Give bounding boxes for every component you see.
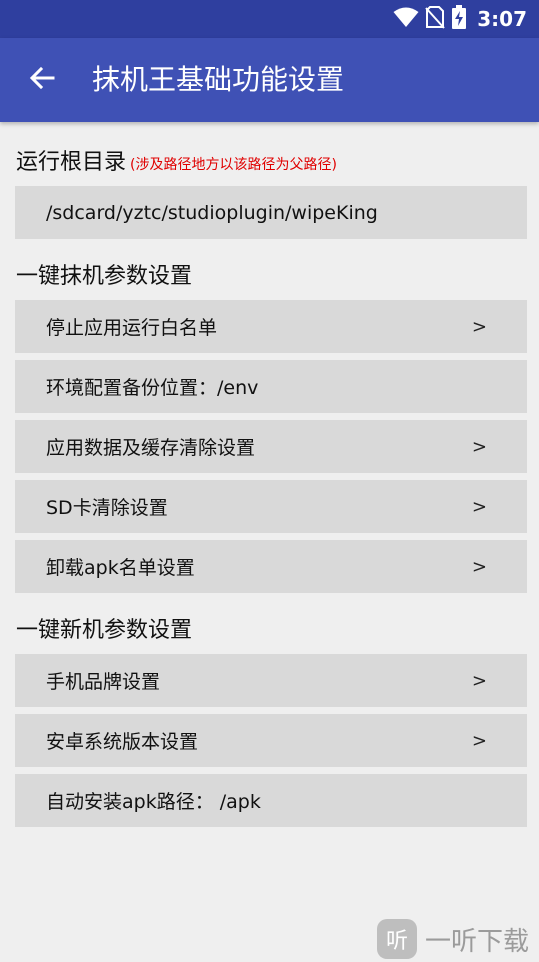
new-item-apk-path[interactable]: 自动安装apk路径： /apk [15,774,527,827]
list-item-label: 安卓系统版本设置 [46,731,199,753]
root-dir-title: 运行根目录 (涉及路径地方以该路径为父路径) [16,148,337,180]
list-item-label: 手机品牌设置 [46,671,161,693]
list-item-label: 自动安装apk路径： /apk [46,791,261,813]
watermark-logo-icon: 听 [377,919,417,959]
chevron-right-icon: > [471,670,487,691]
root-dir-path: /sdcard/yztc/studioplugin/wipeKing [46,201,378,224]
back-button[interactable] [18,56,66,104]
status-bar: 3:07 [0,0,539,38]
chevron-right-icon: > [471,436,487,457]
wipe-item-sd-clean[interactable]: SD卡清除设置 > [15,480,527,533]
root-dir-title-text: 运行根目录 [16,150,127,175]
watermark: 听 一听下载 [377,916,539,962]
chevron-right-icon: > [471,556,487,577]
wipe-item-app-data[interactable]: 应用数据及缓存清除设置 > [15,420,527,473]
list-item-label: 卸载apk名单设置 [46,557,195,579]
root-dir-note: (涉及路径地方以该路径为父路径) [130,157,337,173]
app-bar: 抹机王基础功能设置 [0,38,539,122]
list-item-label: SD卡清除设置 [46,497,168,519]
chevron-right-icon: > [471,496,487,517]
new-item-android-version[interactable]: 安卓系统版本设置 > [15,714,527,767]
page-title: 抹机王基础功能设置 [92,63,345,96]
wipe-item-uninstall-list[interactable]: 卸载apk名单设置 > [15,540,527,593]
list-item-label: 环境配置备份位置：/env [46,377,259,399]
chevron-right-icon: > [471,730,487,751]
watermark-text: 一听下载 [425,926,530,957]
list-item-label: 停止应用运行白名单 [46,317,218,339]
new-section-title: 一键新机参数设置 [16,618,193,643]
status-icons: 3:07 [393,5,527,33]
wipe-section-title: 一键抹机参数设置 [16,264,193,289]
wifi-icon [393,6,419,32]
list-item-label: 应用数据及缓存清除设置 [46,437,256,459]
status-time: 3:07 [477,7,527,31]
wipe-item-whitelist[interactable]: 停止应用运行白名单 > [15,300,527,353]
battery-charging-icon [451,5,467,33]
arrow-left-icon [29,65,55,95]
no-sim-icon [425,5,445,33]
new-item-brand[interactable]: 手机品牌设置 > [15,654,527,707]
chevron-right-icon: > [471,316,487,337]
wipe-item-env-backup[interactable]: 环境配置备份位置：/env [15,360,527,413]
root-dir-path-row[interactable]: /sdcard/yztc/studioplugin/wipeKing [15,186,527,239]
